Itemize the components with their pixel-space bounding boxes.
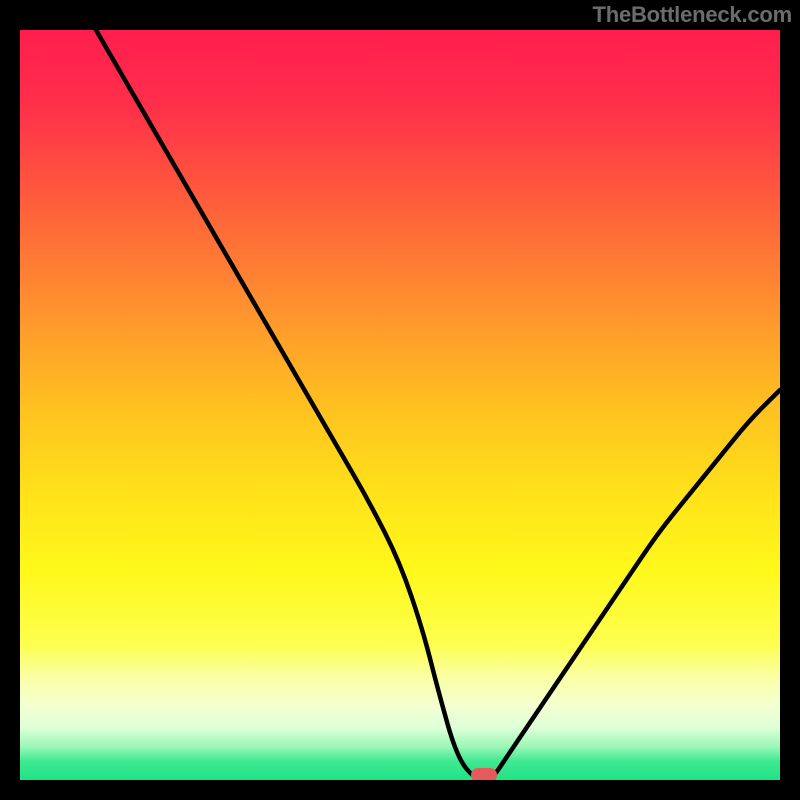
plot-area xyxy=(20,30,780,780)
optimal-marker xyxy=(471,768,497,780)
watermark-text: TheBottleneck.com xyxy=(592,2,792,28)
chart-frame: TheBottleneck.com xyxy=(0,0,800,800)
bottleneck-curve xyxy=(20,30,780,780)
